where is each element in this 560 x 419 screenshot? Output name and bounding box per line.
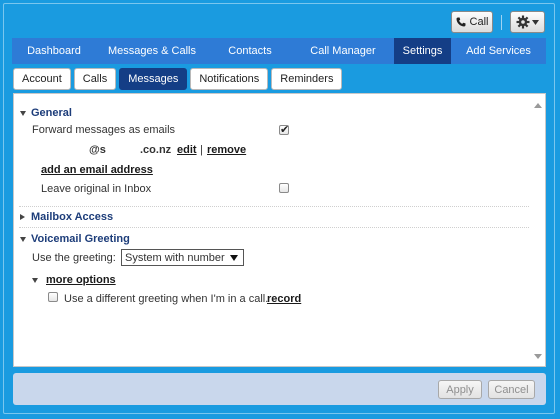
- call-button[interactable]: Call: [451, 11, 493, 33]
- apply-button[interactable]: Apply: [438, 380, 482, 399]
- scroll-down-arrow-icon[interactable]: [534, 354, 542, 359]
- tab-settings[interactable]: Settings: [394, 38, 451, 64]
- settings-panel: General Forward messages as emails @s .c…: [13, 93, 546, 367]
- subtab-reminders[interactable]: Reminders: [271, 68, 343, 90]
- expanded-triangle-icon: [20, 236, 26, 242]
- tab-add-services[interactable]: Add Services: [451, 38, 546, 64]
- section-mailbox-title: Mailbox Access: [31, 211, 114, 223]
- different-greeting-label: Use a different greeting when I'm in a c…: [64, 293, 269, 305]
- gear-icon: [516, 15, 530, 29]
- phone-icon: [456, 17, 466, 27]
- forward-emails-checkbox[interactable]: [279, 123, 289, 136]
- tab-dashboard[interactable]: Dashboard: [12, 38, 96, 64]
- section-voicemail-header[interactable]: Voicemail Greeting: [20, 233, 130, 245]
- toolbar-separator: [501, 15, 502, 30]
- section-general-title: General: [31, 107, 72, 119]
- section-general-header[interactable]: General: [20, 107, 72, 119]
- expanded-triangle-icon: [20, 110, 26, 116]
- collapsed-triangle-icon: [20, 214, 25, 221]
- add-email-link[interactable]: add an email address: [41, 164, 153, 176]
- more-options-link[interactable]: more options: [46, 274, 116, 286]
- different-greeting-checkbox[interactable]: [48, 292, 58, 302]
- forward-emails-label: Forward messages as emails: [32, 124, 176, 136]
- subtab-account[interactable]: Account: [13, 68, 71, 90]
- vertical-scrollbar[interactable]: [533, 97, 543, 363]
- email-address-part1: @s: [89, 144, 106, 156]
- leave-original-label: Leave original in Inbox: [41, 183, 152, 195]
- section-mailbox-header[interactable]: Mailbox Access: [20, 211, 113, 223]
- call-button-label: Call: [469, 16, 489, 28]
- footer-bar: Apply Cancel: [13, 373, 546, 405]
- select-arrow-icon: [230, 255, 238, 261]
- greeting-select-value: System with number: [125, 251, 225, 264]
- tab-contacts[interactable]: Contacts: [208, 38, 292, 64]
- email-address-part2: .co.nz: [140, 144, 172, 156]
- edit-email-link[interactable]: edit: [177, 144, 197, 156]
- tab-call-manager[interactable]: Call Manager: [292, 38, 394, 64]
- more-options-toggle[interactable]: more options: [32, 274, 116, 286]
- main-nav: Dashboard Messages & Calls Contacts Call…: [12, 38, 546, 64]
- settings-menu-button[interactable]: [510, 11, 545, 33]
- cancel-button[interactable]: Cancel: [488, 380, 535, 399]
- leave-original-checkbox[interactable]: [279, 183, 289, 193]
- section-divider: [19, 227, 529, 228]
- tab-messages-calls[interactable]: Messages & Calls: [96, 38, 208, 64]
- settings-subnav: Account Calls Messages Notifications Rem…: [13, 68, 343, 90]
- chevron-down-icon: [532, 19, 539, 25]
- scroll-up-arrow-icon[interactable]: [534, 103, 542, 108]
- section-voicemail-title: Voicemail Greeting: [31, 233, 130, 245]
- record-greeting-link[interactable]: record: [267, 293, 301, 305]
- subtab-calls[interactable]: Calls: [73, 68, 117, 90]
- section-divider: [19, 206, 529, 207]
- greeting-select[interactable]: System with number: [121, 249, 244, 266]
- expanded-triangle-icon: [32, 277, 38, 283]
- remove-email-link[interactable]: remove: [207, 144, 246, 156]
- use-greeting-label: Use the greeting:: [32, 252, 116, 264]
- subtab-messages[interactable]: Messages: [119, 68, 188, 90]
- subtab-notifications[interactable]: Notifications: [190, 68, 269, 90]
- link-separator: |: [200, 144, 203, 156]
